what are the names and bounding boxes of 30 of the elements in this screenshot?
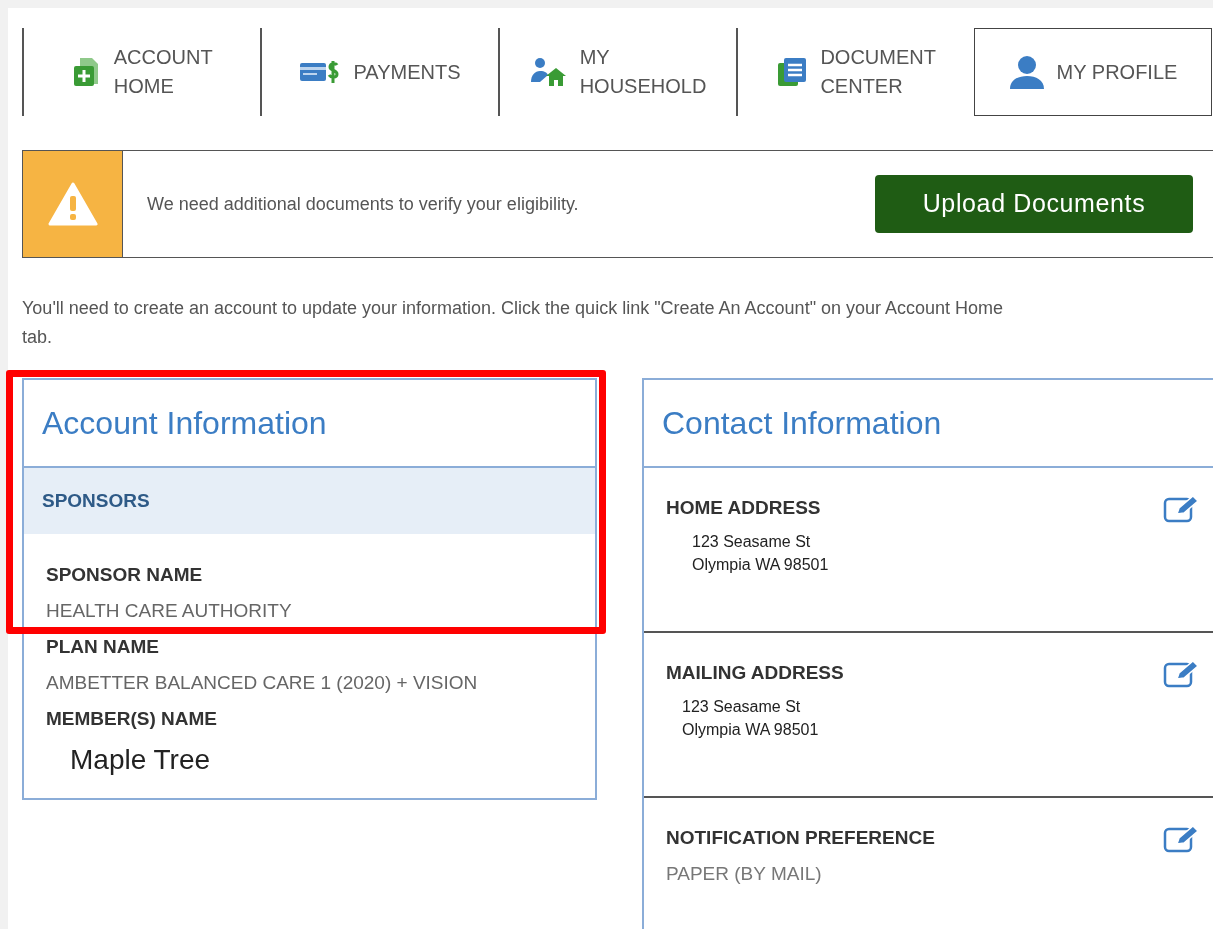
nav-tab[interactable]: MY PROFILE xyxy=(974,28,1212,116)
section-header: SPONSORS xyxy=(24,468,595,534)
nav-tab[interactable]: ACCOUNT HOME xyxy=(22,28,260,116)
edit-icon[interactable] xyxy=(1163,824,1199,854)
address-line: Olympia WA 98501 xyxy=(682,720,820,740)
section-label: NOTIFICATION PREFERENCE xyxy=(666,826,935,850)
address-line: 123 Seasame St xyxy=(682,697,802,717)
card-title: Contact Information xyxy=(644,380,1213,468)
field-label: SPONSOR NAME xyxy=(46,563,204,587)
section-label: HOME ADDRESS xyxy=(666,496,821,520)
nav-tab[interactable]: PAYMENTS xyxy=(260,28,498,116)
edit-icon[interactable] xyxy=(1163,659,1199,689)
field-value: HEALTH CARE AUTHORITY xyxy=(46,599,293,623)
account-notice: You'll need to create an account to update your information. Click the quick link "Create An Account" on your Account Home tab. xyxy=(22,297,1005,349)
documents-icon xyxy=(776,56,809,88)
edit-icon[interactable] xyxy=(1163,494,1199,524)
field-value: AMBETTER BALANCED CARE 1 (2020) + VISION xyxy=(46,671,479,695)
field-label: PLAN NAME xyxy=(46,635,160,659)
warning-icon xyxy=(47,182,98,226)
section-value: PAPER (BY MAIL) xyxy=(666,862,823,886)
address-line: 123 Seasame St xyxy=(692,532,812,552)
address-line: Olympia WA 98501 xyxy=(692,555,830,575)
person-icon xyxy=(1008,55,1045,89)
alert-message: We need additional documents to verify your eligibility. xyxy=(147,192,579,216)
section-label: MAILING ADDRESS xyxy=(666,661,844,685)
nav-tab[interactable]: MY HOUSEHOLD xyxy=(498,28,736,116)
upload-documents-button[interactable]: Upload Documents xyxy=(875,175,1193,233)
person-house-icon xyxy=(529,56,568,88)
field-label: MEMBER(S) NAME xyxy=(46,707,218,731)
field-value: Maple Tree xyxy=(69,743,212,777)
